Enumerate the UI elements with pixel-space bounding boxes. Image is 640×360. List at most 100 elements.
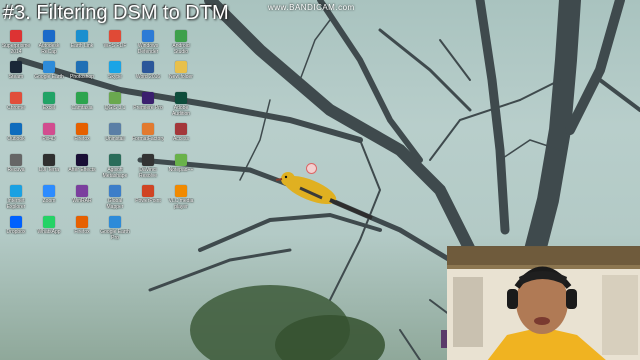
desktop-shortcut[interactable]: Google Earth Pro (99, 216, 131, 246)
desktop-shortcut-label: Word 2016 (135, 74, 161, 80)
camtasia-icon (76, 92, 88, 104)
desktop-shortcut-label: DJI Terra (38, 167, 60, 173)
desktop-shortcut[interactable]: Earth Link (66, 30, 98, 60)
desktop-shortcut[interactable]: Photoshop (66, 61, 98, 91)
desktop-shortcut[interactable]: Outlook (0, 123, 32, 153)
powerpoint-icon (142, 185, 154, 197)
desktop-shortcut[interactable]: Internet Explorer (0, 185, 32, 215)
google-earth-icon (109, 216, 121, 228)
desktop-shortcut-label: Premiere Pro (133, 105, 163, 111)
desktop-shortcut-label: DaVinci Resolve (138, 167, 158, 179)
uninstall-icon (109, 123, 121, 135)
desktop-shortcut[interactable]: Android Studio (165, 30, 197, 60)
desktop-shortcut[interactable]: VLC media player (165, 185, 197, 215)
desktop-shortcut[interactable]: WinRAR (66, 185, 98, 215)
desktop-shortcut[interactable]: Skype (99, 61, 131, 91)
desktop: #3. Filtering DSM to DTM www.BANDICAM.co… (0, 0, 640, 360)
desktop-shortcut[interactable]: Uninstall (99, 123, 131, 153)
desktop-shortcut[interactable]: Camtasia (66, 92, 98, 122)
mouse-cursor-highlight (306, 163, 317, 174)
desktop-shortcut[interactable]: DJI Terra (33, 154, 65, 184)
desktop-shortcut[interactable]: Access (165, 123, 197, 153)
folder-icon (175, 61, 187, 73)
desktop-shortcut[interactable]: Adobe Audition (165, 92, 197, 122)
excel-icon (43, 92, 55, 104)
desktop-shortcut[interactable]: New folder (165, 61, 197, 91)
desktop-icon-grid: Superprisme 2014 Autodesk ReCap Earth Link… (0, 30, 195, 360)
desktop-shortcut[interactable]: Word 2016 (132, 61, 164, 91)
desktop-shortcut[interactable]: WPS PDF (99, 30, 131, 60)
desktop-shortcut[interactable]: Firefox (66, 216, 98, 246)
desktop-shortcut[interactable]: FormatFactory (132, 123, 164, 153)
desktop-shortcut[interactable]: Agisoft Metashape (99, 154, 131, 184)
firefox-icon (76, 216, 88, 228)
zoom-icon (43, 185, 55, 197)
metashape-icon (109, 154, 121, 166)
desktop-shortcut[interactable]: PowerPoint (132, 185, 164, 215)
desktop-shortcut[interactable]: Premiere Pro (132, 92, 164, 122)
desktop-shortcut-label: Adobe Audition (171, 105, 191, 117)
qgis-icon (109, 92, 121, 104)
desktop-shortcut[interactable]: Zoom (33, 185, 65, 215)
red-circle-app-icon (10, 30, 22, 42)
desktop-shortcut-label: Firefox (74, 229, 90, 235)
word-icon (142, 61, 154, 73)
photoshop-icon (76, 61, 88, 73)
desktop-shortcut[interactable]: QGIS 3.1 (99, 92, 131, 122)
desktop-shortcut-label: Outlook (7, 136, 25, 142)
premiere-icon (142, 92, 154, 104)
desktop-shortcut-label: Zoom (42, 198, 56, 204)
desktop-shortcut-label: Recuva (7, 167, 25, 173)
desktop-shortcut[interactable]: Chrome (0, 92, 32, 122)
desktop-shortcut[interactable]: Recuva (0, 154, 32, 184)
desktop-shortcut[interactable]: Notepad++ (165, 154, 197, 184)
google-earth-icon (43, 61, 55, 73)
davinci-icon (142, 154, 154, 166)
vlc-icon (175, 185, 187, 197)
desktop-shortcut-label: Agisoft Metashape (102, 167, 128, 179)
desktop-shortcut[interactable]: Excel (33, 92, 65, 122)
desktop-shortcut-label: Uninstall (105, 136, 125, 142)
desktop-shortcut-label: Global Mapper (106, 198, 124, 210)
desktop-shortcut[interactable]: Steam (0, 61, 32, 91)
desktop-shortcut[interactable]: Superprisme 2014 (0, 30, 32, 60)
global-mapper-icon (109, 185, 121, 197)
desktop-shortcut-label: After Effects (68, 167, 96, 173)
desktop-shortcut[interactable]: WhatsApp (33, 216, 65, 246)
desktop-shortcut-label: Firefox (74, 136, 90, 142)
desktop-shortcut[interactable]: Dropbox (0, 216, 32, 246)
desktop-shortcut[interactable]: Autodesk ReCap (33, 30, 65, 60)
audition-icon (175, 92, 187, 104)
desktop-shortcut-label: Photoshop (70, 74, 94, 80)
chrome-icon (10, 92, 22, 104)
desktop-shortcut[interactable]: Pix4D (33, 123, 65, 153)
desktop-shortcut-label: Steam (8, 74, 24, 80)
desktop-shortcut[interactable]: Firefox (66, 123, 98, 153)
bandicam-watermark: www.BANDICAM.com (268, 3, 355, 12)
desktop-shortcut[interactable]: Windows Defender (132, 30, 164, 60)
skype-icon (109, 61, 121, 73)
earth-icon (76, 30, 88, 42)
desktop-shortcut-label: QGIS 3.1 (104, 105, 126, 111)
pix4d-icon (43, 123, 55, 135)
desktop-shortcut-label: Excel (42, 105, 56, 111)
desktop-shortcut[interactable]: Google Earth (33, 61, 65, 91)
desktop-shortcut-label: New folder (169, 74, 193, 80)
desktop-shortcut[interactable]: After Effects (66, 154, 98, 184)
desktop-shortcut-label: Google Earth (34, 74, 64, 80)
desktop-shortcut-label: Superprisme 2014 (1, 43, 31, 55)
desktop-shortcut-label: Pix4D (42, 136, 56, 142)
desktop-shortcut-label: VLC media player (168, 198, 194, 210)
dji-icon (43, 154, 55, 166)
desktop-shortcut-label: Internet Explorer (6, 198, 26, 210)
android-icon (175, 30, 187, 42)
oriole-bird (275, 172, 373, 220)
desktop-shortcut[interactable]: Global Mapper (99, 185, 131, 215)
desktop-shortcut-label: WhatsApp (37, 229, 61, 235)
shield-icon (142, 30, 154, 42)
webcam-overlay (447, 246, 640, 360)
video-title: #3. Filtering DSM to DTM (3, 2, 229, 24)
dropbox-icon (10, 216, 22, 228)
ie-icon (10, 185, 22, 197)
desktop-shortcut[interactable]: DaVinci Resolve (132, 154, 164, 184)
